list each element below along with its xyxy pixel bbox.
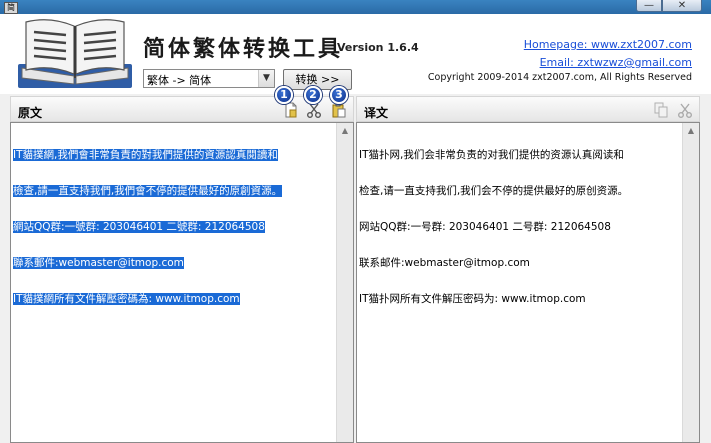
result-line: IT猫扑网所有文件解压密码为: www.itmop.com [359,293,586,305]
conversion-mode-value: 繁体 -> 简体 [147,74,212,87]
copyright-text: Copyright 2009-2014 zxt2007.com, All Rig… [427,72,692,83]
paste-icon[interactable] [331,102,347,118]
book-logo-icon [18,19,132,88]
result-scrollbar[interactable]: ▲ [682,123,699,442]
conversion-mode-select[interactable]: 繁体 -> 简体 ▼ [143,69,275,88]
result-text: IT猫扑网,我们会非常负责的对我们提供的资源认真阅读和 检查,请一直支持我们,我… [359,125,677,329]
result-line: IT猫扑网,我们会非常负责的对我们提供的资源认真阅读和 [359,149,624,161]
source-pane-title: 原文 [18,106,43,120]
cut-icon[interactable] [306,102,322,118]
source-line: IT貓撲網,我們會非常負責的對我們提供的資源認真閱讀和 [13,149,278,161]
source-text: IT貓撲網,我們會非常負責的對我們提供的資源認真閱讀和 檢查,請一直支持我們,我… [13,125,331,329]
badge-1: 1 [275,86,293,104]
scroll-up-icon[interactable]: ▲ [683,123,699,139]
source-line: 檢查,請一直支持我們,我們會不停的提供最好的原創資源。 [13,185,283,197]
new-icon[interactable] [283,102,299,118]
app-header: 简体繁体转换工具 Version 1.6.4 Homepage: www.zxt… [0,14,711,94]
version-label: Version 1.6.4 [337,41,419,54]
app-title: 简体繁体转换工具 [143,36,344,62]
source-line: 聯系郵件:webmaster@itmop.com [13,257,184,269]
source-line: 網站QQ群:一號群: 203046401 二號群: 212064508 [13,221,265,233]
result-pane-header: 译文 [356,96,700,122]
result-line: 网站QQ群:一号群: 203046401 二号群: 212064508 [359,221,611,233]
source-scrollbar[interactable]: ▲ [336,123,353,442]
scroll-up-icon[interactable]: ▲ [337,123,353,139]
result-pane: 译文 IT猫扑网,我们会非常负责的对我们提供的资源认真阅读和 检查,请一直支持我… [356,96,700,443]
main-area: 原文 1 2 3 IT貓撲網,我們會非常負責的對我們提供的資源認真閱讀和 檢查,… [0,86,711,443]
result-line: 联系邮件:webmaster@itmop.com [359,257,530,269]
minimize-button[interactable]: — [636,0,662,12]
result-line: 检查,请一直支持我们,我们会不停的提供最好的原创资源。 [359,185,629,197]
source-textarea[interactable]: IT貓撲網,我們會非常負責的對我們提供的資源認真閱讀和 檢查,請一直支持我們,我… [10,122,354,443]
badge-3: 3 [330,86,348,104]
result-textarea[interactable]: IT猫扑网,我们会非常负责的对我们提供的资源认真阅读和 检查,请一直支持我们,我… [356,122,700,443]
homepage-link[interactable]: Homepage: www.zxt2007.com [524,38,692,51]
result-pane-title: 译文 [364,106,389,120]
chevron-down-icon[interactable]: ▼ [258,70,274,87]
cut-icon[interactable] [677,102,693,118]
source-pane: 原文 1 2 3 IT貓撲網,我們會非常負責的對我們提供的資源認真閱讀和 檢查,… [10,86,354,443]
window-titlebar: 简 — ✕ [0,0,711,14]
close-button[interactable]: ✕ [662,0,702,12]
badge-2: 2 [304,86,322,104]
copy-icon[interactable] [653,102,669,118]
email-link[interactable]: Email: zxtwzwz@gmail.com [540,56,692,69]
source-line: IT貓撲網所有文件解壓密碼為: www.itmop.com [13,293,240,305]
source-pane-header: 原文 1 2 3 [10,86,354,122]
app-icon: 简 [4,2,18,14]
